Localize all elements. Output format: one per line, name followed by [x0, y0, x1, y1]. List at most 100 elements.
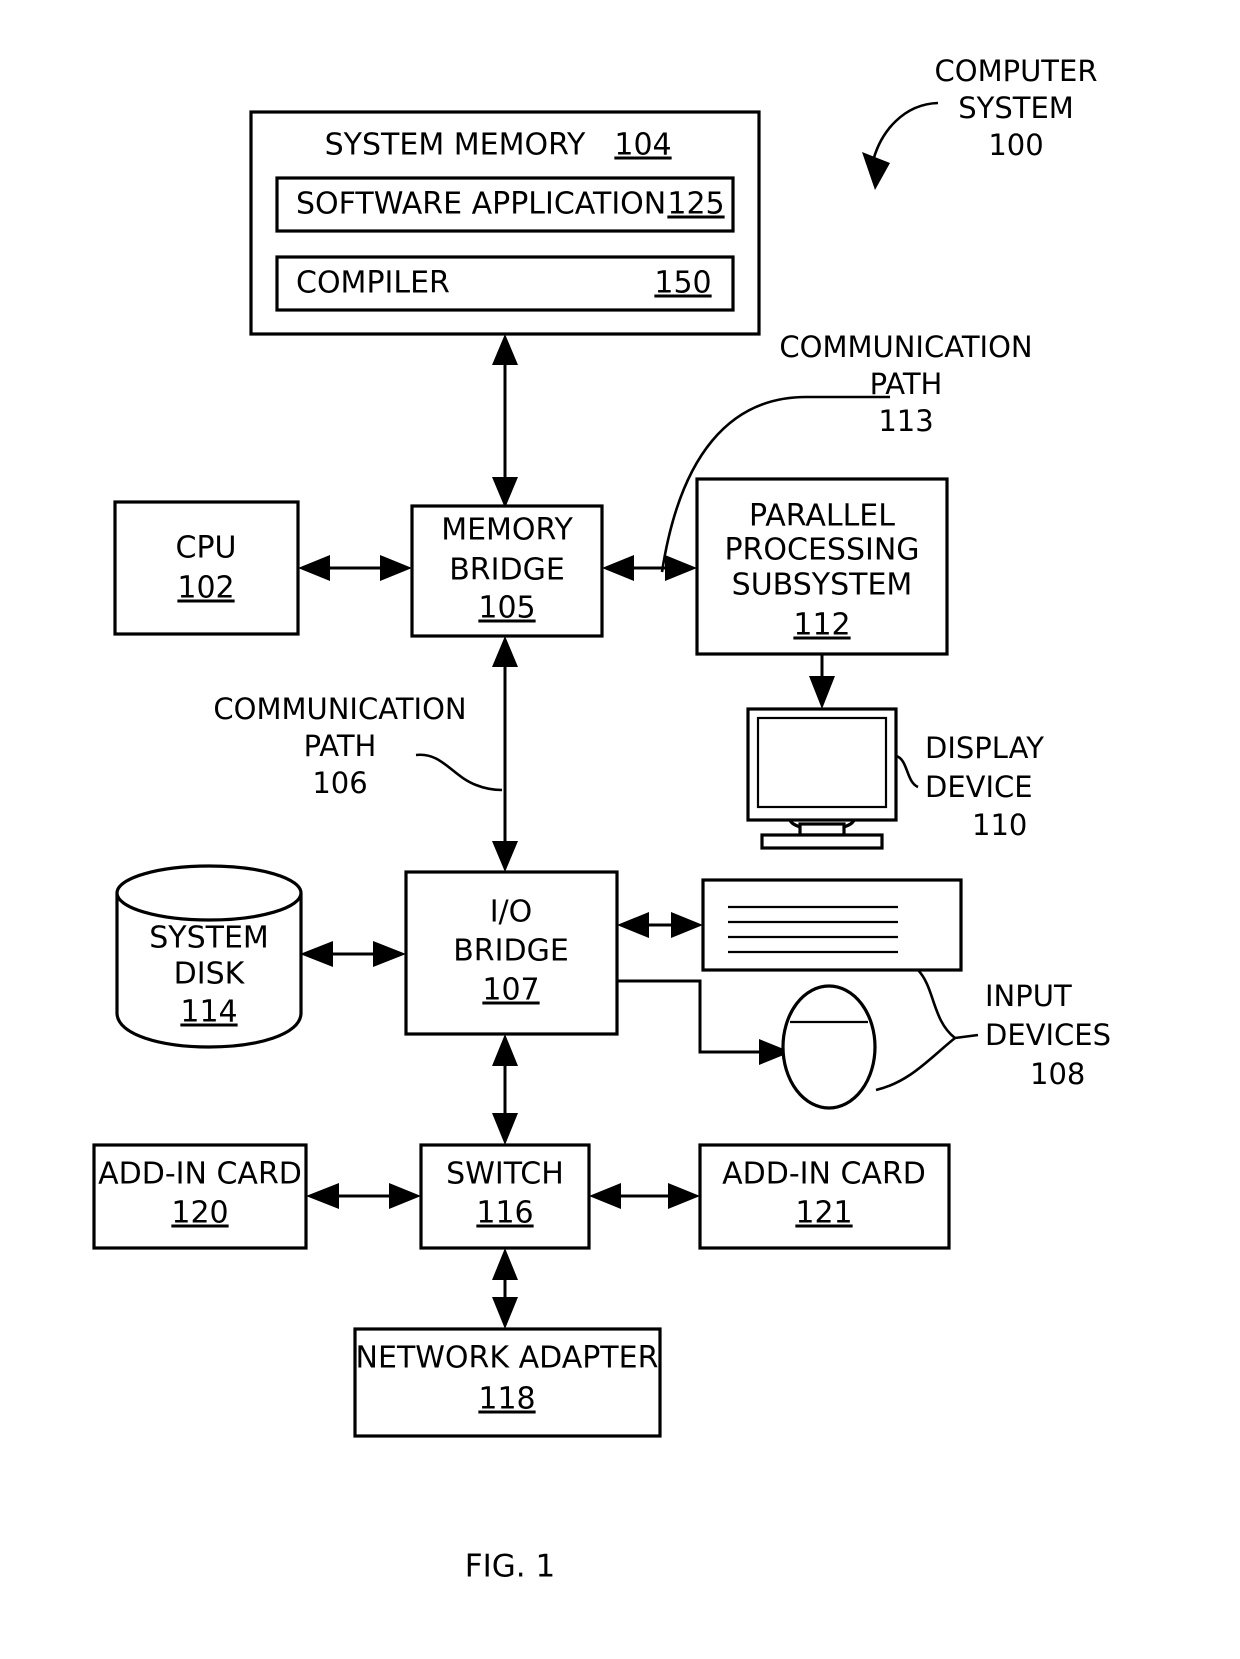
io-bridge-label-line2: BRIDGE [453, 934, 569, 969]
comm-path-106-line1: COMMUNICATION [213, 692, 466, 726]
add-in-card-121-number: 121 [795, 1196, 852, 1231]
arrow-switch-network-head-up [492, 1248, 518, 1280]
input-devices-number: 108 [1030, 1057, 1085, 1091]
arrow-disk-io-head-left [300, 941, 333, 967]
system-disk-block: SYSTEM DISK 114 [115, 864, 303, 1049]
arrow-io-keyboard-head-right [671, 912, 703, 938]
figure-caption: FIG. 1 [465, 1549, 555, 1585]
input-devices-leader-stem [954, 1033, 979, 1040]
arrow-memory-to-bridge-head-up [492, 334, 518, 365]
pps-label-line1: PARALLEL [749, 499, 895, 534]
input-devices-label-line1: INPUT [985, 979, 1072, 1013]
parallel-processing-subsystem-block: PARALLEL PROCESSING SUBSYSTEM 112 [695, 477, 949, 656]
arrow-bridge-pps-head-left [602, 555, 634, 581]
arrow-switch-card121-head-left [589, 1183, 621, 1209]
display-device-block: DISPLAY DEVICE 110 [746, 654, 1044, 850]
input-devices-leader-from-mouse [875, 1036, 956, 1092]
pps-label-line2: PROCESSING [724, 533, 919, 568]
cpu-number: 102 [177, 571, 234, 606]
input-devices-callout: INPUT DEVICES 108 [875, 969, 1111, 1092]
system-disk-top-ellipse [115, 864, 303, 922]
arrow-switch-network-head-down [492, 1297, 518, 1329]
comm-path-106-number: 106 [312, 766, 367, 800]
arrow-io-keyboard-head-left [617, 912, 649, 938]
arrow-cpu-bridge-head-left [298, 555, 330, 581]
compiler-label: COMPILER [296, 266, 450, 301]
arrow-bridge-pps-head-right [665, 555, 697, 581]
arrow-io-switch-head-down [492, 1113, 518, 1145]
arrow-io-mouse-path [617, 979, 773, 1054]
display-device-label-line2: DEVICE [925, 770, 1033, 804]
arrow-memory-bridge-to-pps [602, 555, 697, 581]
switch-number: 116 [476, 1196, 533, 1231]
computer-system-arrowhead [862, 152, 890, 190]
arrow-bridge-io-head-down [492, 841, 518, 872]
arrow-add-in-120-to-switch [306, 1183, 421, 1209]
mouse-body [781, 984, 877, 1110]
computer-system-leader-curve [870, 101, 939, 166]
system-memory-label: SYSTEM MEMORY [325, 128, 586, 163]
io-bridge-block: I/O BRIDGE 107 [404, 870, 619, 1036]
comm-path-106-leader-curve [415, 753, 503, 792]
comm-path-113-number: 113 [878, 404, 933, 438]
display-device-leader-curve [895, 754, 919, 789]
computer-system-label-line1: COMPUTER [935, 54, 1098, 88]
display-device-number: 110 [972, 808, 1027, 842]
keyboard-icon [701, 878, 963, 972]
io-bridge-number: 107 [482, 973, 539, 1008]
monitor-stand-column [798, 822, 846, 837]
add-in-card-121-block: ADD-IN CARD 121 [698, 1143, 951, 1250]
display-device-label-line1: DISPLAY [925, 731, 1044, 765]
switch-label: SWITCH [446, 1157, 564, 1192]
compiler-number: 150 [654, 266, 711, 301]
mouse-icon [781, 984, 877, 1110]
arrow-io-bridge-to-mouse [617, 979, 791, 1065]
arrow-system-disk-to-io-bridge [300, 941, 406, 967]
memory-bridge-label-line1: MEMORY [441, 513, 573, 548]
monitor-bezel [746, 707, 898, 822]
arrow-disk-io-head-right [373, 941, 406, 967]
cpu-block: CPU 102 [113, 500, 300, 636]
add-in-card-121-label: ADD-IN CARD [722, 1157, 926, 1192]
system-memory-block: SYSTEM MEMORY 104 SOFTWARE APPLICATION 1… [249, 110, 761, 336]
network-adapter-label: NETWORK ADAPTER [356, 1341, 659, 1376]
arrow-cpu-to-memory-bridge [298, 555, 412, 581]
arrow-switch-card121-head-right [668, 1183, 700, 1209]
arrow-card120-switch-head-right [389, 1183, 421, 1209]
arrow-io-bridge-to-keyboard [617, 912, 703, 938]
arrow-switch-to-network-adapter [492, 1248, 518, 1329]
arrow-memory-to-bridge [492, 334, 518, 508]
arrow-card120-switch-head-left [306, 1183, 339, 1209]
add-in-card-120-number: 120 [171, 1196, 228, 1231]
arrow-switch-to-add-in-121 [589, 1183, 700, 1209]
input-devices-leader-from-keyboard [917, 969, 956, 1040]
arrow-io-bridge-to-switch [492, 1034, 518, 1145]
figure-diagram-svg: COMPUTER SYSTEM 100 SYSTEM MEMORY 104 SO… [92, 54, 1111, 1585]
arrow-bridge-io-head-up [492, 636, 518, 667]
network-adapter-block: NETWORK ADAPTER 118 [353, 1327, 662, 1438]
add-in-card-120-block: ADD-IN CARD 120 [92, 1143, 308, 1250]
computer-system-label-line2: SYSTEM [958, 91, 1074, 125]
memory-bridge-label-line2: BRIDGE [449, 553, 565, 588]
cpu-label: CPU [176, 531, 237, 566]
computer-system-number: 100 [988, 128, 1043, 162]
comm-path-106-line2: PATH [304, 729, 377, 763]
system-disk-label-line2: DISK [174, 957, 246, 992]
pps-number: 112 [793, 608, 850, 643]
cpu-box [113, 500, 300, 636]
pps-label-line3: SUBSYSTEM [732, 568, 913, 603]
software-application-label: SOFTWARE APPLICATION [296, 187, 666, 222]
keyboard-body [701, 878, 963, 972]
io-bridge-label-line1: I/O [490, 895, 533, 930]
arrow-memory-bridge-to-io-bridge [492, 636, 518, 872]
system-memory-number: 104 [614, 128, 671, 163]
memory-bridge-block: MEMORY BRIDGE 105 [410, 504, 604, 638]
system-disk-label-line1: SYSTEM [149, 921, 269, 956]
input-devices-label-line2: DEVICES [985, 1018, 1111, 1052]
arrow-cpu-bridge-head-right [380, 555, 412, 581]
arrow-pps-to-display-head [809, 676, 835, 709]
memory-bridge-number: 105 [478, 591, 535, 626]
system-disk-number: 114 [180, 995, 237, 1030]
comm-path-113-line1: COMMUNICATION [779, 330, 1032, 364]
communication-path-106-callout: COMMUNICATION PATH 106 [213, 692, 503, 800]
